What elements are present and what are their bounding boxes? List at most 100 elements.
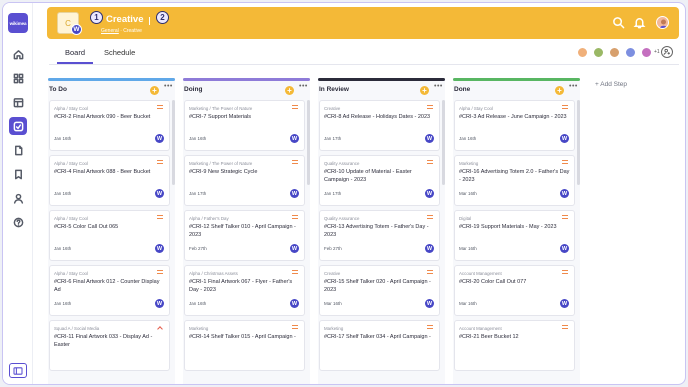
card-due-date: Feb 27th: [324, 246, 342, 251]
task-card[interactable]: Account Management #CRI-20 Color Call Out…: [454, 265, 575, 316]
priority-icon: [427, 105, 433, 109]
bell-icon[interactable]: [633, 16, 646, 29]
add-member-icon[interactable]: [661, 46, 673, 58]
priority-icon: [157, 160, 163, 164]
task-card[interactable]: Alpha / Stay Cool #CRI-3 Ad Release - Jun…: [454, 100, 575, 151]
card-due-date: Mar 16th: [459, 301, 477, 306]
assignee-avatar[interactable]: W: [425, 299, 434, 308]
card-category: Marketing / The Power of Nature: [189, 106, 253, 111]
task-card[interactable]: Quality Assurance #CRI-10 Update of Mater…: [319, 155, 440, 206]
task-card[interactable]: Alpha / Stay Cool #CRI-5 Color Call Out 0…: [49, 210, 170, 261]
card-category: Alpha / Stay Cool: [54, 106, 88, 111]
task-card[interactable]: Marketing #CRI-14 Shelf Talker 015 - Apri…: [184, 320, 305, 371]
callout-marker-2: 2: [156, 11, 169, 24]
tab-board[interactable]: Board: [56, 48, 94, 64]
card-title: #CRI-4 Final Artwork 088 - Beer Bucket: [54, 169, 151, 175]
task-card[interactable]: Alpha / Stay Cool #CRI-4 Final Artwork 08…: [49, 155, 170, 206]
task-card[interactable]: Marketing #CRI-16 Advertising Totem 2.0 -…: [454, 155, 575, 206]
breadcrumb-link-general[interactable]: General: [101, 28, 119, 34]
column-color-bar: [183, 78, 310, 81]
card-title: #CRI-7 Support Materials: [189, 114, 252, 120]
team-member-avatar[interactable]: [577, 47, 588, 58]
assignee-avatar[interactable]: W: [290, 244, 299, 253]
column-doing: Doing + ••• Marketing / The Power of Nature…: [183, 78, 310, 384]
assignee-avatar[interactable]: W: [560, 134, 569, 143]
assignee-avatar[interactable]: W: [425, 134, 434, 143]
task-card[interactable]: Quality Assurance #CRI-13 Advertising Tot…: [319, 210, 440, 261]
task-card[interactable]: Marketing / The Power of Nature #CRI-7 Su…: [184, 100, 305, 151]
card-category: Alpha / Stay Cool: [459, 106, 493, 111]
priority-icon: [292, 105, 298, 109]
home-icon[interactable]: [9, 45, 27, 63]
card-category: Alpha / Stay Cool: [54, 161, 88, 166]
task-card[interactable]: Digital #CRI-19 Support Materials - May -…: [454, 210, 575, 261]
assignee-avatar[interactable]: W: [290, 189, 299, 198]
column-title: Done: [454, 86, 471, 93]
task-card[interactable]: Marketing / The Power of Nature #CRI-9 Ne…: [184, 155, 305, 206]
add-step-button[interactable]: + Add Step: [595, 81, 627, 88]
priority-icon: [427, 325, 433, 329]
calendar-icon[interactable]: [9, 93, 27, 111]
app-logo[interactable]: wikimea: [8, 13, 28, 33]
assignee-avatar[interactable]: W: [155, 134, 164, 143]
sidebar-toggle-icon[interactable]: [9, 363, 27, 378]
column-scrollbar[interactable]: [172, 100, 175, 185]
app-window: wikimea C W 1 Creative 2 General · Creat…: [2, 2, 686, 385]
task-card[interactable]: Alpha / Stay Cool #CRI-2 Final Artwork 09…: [49, 100, 170, 151]
assignee-avatar[interactable]: W: [290, 134, 299, 143]
assignee-avatar[interactable]: W: [155, 244, 164, 253]
assignee-avatar[interactable]: W: [155, 299, 164, 308]
task-card[interactable]: Alpha / Stay Cool #CRI-6 Final Artwork 01…: [49, 265, 170, 316]
more-options-icon[interactable]: •••: [299, 83, 308, 90]
user-icon[interactable]: [9, 189, 27, 207]
column-scrollbar[interactable]: [307, 100, 310, 185]
task-card[interactable]: Creative #CRI-15 Shelf Talker 020 - April…: [319, 265, 440, 316]
board-icon[interactable]: [9, 117, 27, 135]
bookmark-icon[interactable]: [9, 165, 27, 183]
column-color-bar: [48, 78, 175, 81]
more-options-icon[interactable]: •••: [164, 83, 173, 90]
task-card[interactable]: Account Management #CRI-21 Beer Bucket 12: [454, 320, 575, 371]
card-due-date: Jan 16th: [459, 136, 477, 141]
more-options-icon[interactable]: •••: [434, 83, 443, 90]
priority-icon: [562, 270, 568, 274]
search-icon[interactable]: [612, 16, 625, 29]
more-options-icon[interactable]: •••: [569, 83, 578, 90]
assignee-avatar[interactable]: W: [560, 299, 569, 308]
team-member-avatar[interactable]: [609, 47, 620, 58]
grid-icon[interactable]: [9, 69, 27, 87]
add-card-button[interactable]: +: [420, 86, 429, 95]
assignee-avatar[interactable]: W: [290, 299, 299, 308]
add-card-button[interactable]: +: [555, 86, 564, 95]
team-member-avatar[interactable]: [625, 47, 636, 58]
task-card[interactable]: Creative #CRI-8 Ad Release - Holidays Dat…: [319, 100, 440, 151]
user-profile-avatar[interactable]: [656, 16, 669, 29]
card-due-date: Jan 16th: [54, 301, 72, 306]
column-scrollbar[interactable]: [442, 100, 445, 185]
card-category: Quality Assurance: [324, 161, 360, 166]
card-category: Creative: [324, 271, 341, 276]
card-category: Marketing: [324, 326, 344, 331]
task-card[interactable]: Marketing #CRI-17 Shelf Talker 034 - Apri…: [319, 320, 440, 371]
document-icon[interactable]: [9, 141, 27, 159]
card-title: #CRI-11 Final Artwork 033 - Display Ad -…: [54, 334, 153, 348]
team-member-avatar[interactable]: [641, 47, 652, 58]
team-member-avatar[interactable]: [593, 47, 604, 58]
add-card-button[interactable]: +: [150, 86, 159, 95]
task-card[interactable]: Squad A / Social Media #CRI-11 Final Artw…: [49, 320, 170, 371]
task-card[interactable]: Alpha / Father's Day #CRI-12 Shelf Talker…: [184, 210, 305, 261]
tabs-divider: [49, 64, 679, 65]
assignee-avatar[interactable]: W: [425, 244, 434, 253]
column-scrollbar[interactable]: [577, 100, 580, 185]
add-card-button[interactable]: +: [285, 86, 294, 95]
assignee-avatar[interactable]: W: [155, 189, 164, 198]
column-in-review: In Review + ••• Creative #CRI-8 Ad Release -…: [318, 78, 445, 384]
help-icon[interactable]: [9, 213, 27, 231]
assignee-avatar[interactable]: W: [425, 189, 434, 198]
assignee-avatar[interactable]: W: [560, 244, 569, 253]
task-card[interactable]: Alpha / Christmas Assets #CRI-1 Final Art…: [184, 265, 305, 316]
card-title: #CRI-3 Ad Release - June Campaign - 2023: [459, 114, 567, 120]
tab-schedule[interactable]: Schedule: [104, 48, 135, 57]
priority-icon: [562, 160, 568, 164]
assignee-avatar[interactable]: W: [560, 189, 569, 198]
